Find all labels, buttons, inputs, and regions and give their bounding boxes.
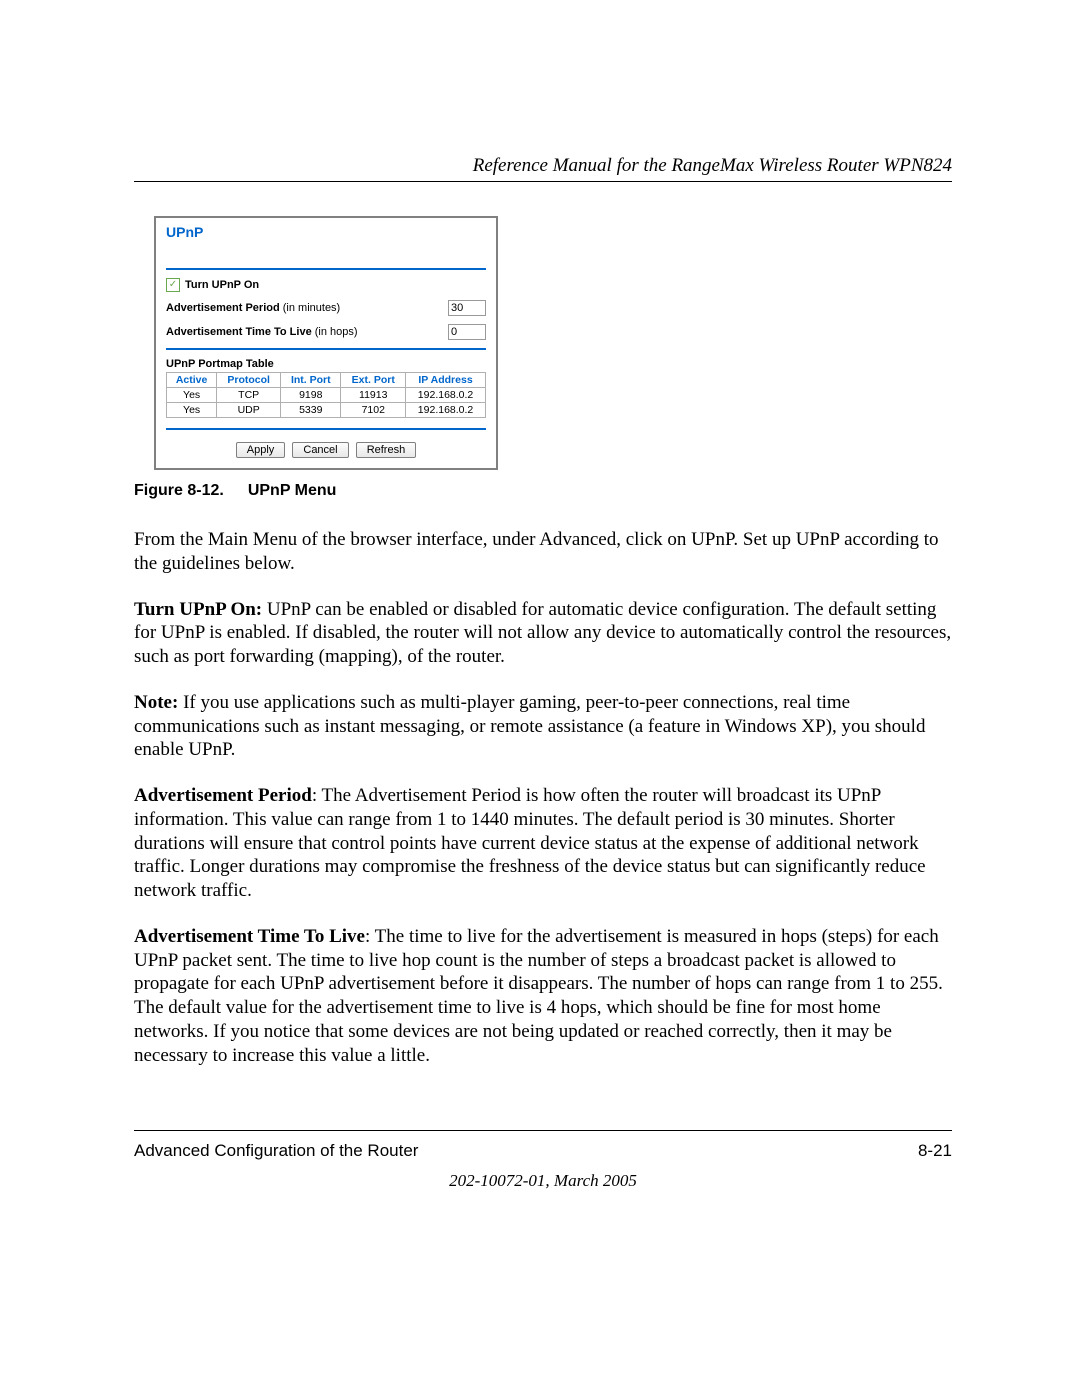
cell-protocol: UDP: [217, 403, 281, 418]
paragraph-note: Note: If you use applications such as mu…: [134, 691, 952, 762]
cell-int-port: 9198: [281, 388, 341, 403]
refresh-button[interactable]: Refresh: [356, 442, 417, 458]
table-row: Yes TCP 9198 11913 192.168.0.2: [167, 388, 486, 403]
adv-period-label-bold: Advertisement Period: [166, 302, 280, 314]
cell-ext-port: 11913: [341, 388, 406, 403]
cell-ip: 192.168.0.2: [406, 388, 486, 403]
cell-protocol: TCP: [217, 388, 281, 403]
adv-ttl-label: Advertisement Time To Live (in hops): [166, 326, 358, 338]
footer-section: Advanced Configuration of the Router: [134, 1141, 418, 1161]
portmap-table: Active Protocol Int. Port Ext. Port IP A…: [166, 372, 486, 418]
cell-active: Yes: [167, 388, 217, 403]
cell-ip: 192.168.0.2: [406, 403, 486, 418]
adv-period-input[interactable]: 30: [448, 300, 486, 316]
turn-upnp-on-checkbox[interactable]: ✓: [166, 278, 180, 292]
portmap-heading: UPnP Portmap Table: [166, 358, 486, 370]
running-header: Reference Manual for the RangeMax Wirele…: [134, 155, 952, 177]
cell-ext-port: 7102: [341, 403, 406, 418]
footer-rule: [134, 1130, 952, 1131]
paragraph-adv-ttl: Advertisement Time To Live: The time to …: [134, 925, 952, 1068]
col-protocol: Protocol: [217, 373, 281, 388]
body-note: If you use applications such as multi-pl…: [134, 692, 925, 761]
figure-title: UPnP Menu: [248, 482, 337, 499]
adv-ttl-label-bold: Advertisement Time To Live: [166, 326, 312, 338]
paragraph-turn-upnp-on: Turn UPnP On: UPnP can be enabled or dis…: [134, 598, 952, 669]
figure-number: Figure 8-12.: [134, 482, 224, 499]
col-ext-port: Ext. Port: [341, 373, 406, 388]
upnp-divider-bottom: [166, 428, 486, 430]
page-footer: Advanced Configuration of the Router 8-2…: [134, 1130, 952, 1191]
button-row: Apply Cancel Refresh: [166, 442, 486, 458]
figure-caption: Figure 8-12. UPnP Menu: [134, 482, 952, 500]
lead-adv-period: Advertisement Period: [134, 785, 312, 806]
lead-turn-upnp-on: Turn UPnP On:: [134, 599, 267, 620]
header-rule: [134, 181, 952, 182]
col-active: Active: [167, 373, 217, 388]
turn-upnp-on-label: Turn UPnP On: [185, 279, 259, 291]
footer-page-number: 8-21: [918, 1141, 952, 1161]
col-int-port: Int. Port: [281, 373, 341, 388]
upnp-title: UPnP: [166, 224, 486, 240]
apply-button[interactable]: Apply: [236, 442, 286, 458]
lead-note: Note:: [134, 692, 183, 713]
table-row: Yes UDP 5339 7102 192.168.0.2: [167, 403, 486, 418]
paragraph-intro: From the Main Menu of the browser interf…: [134, 528, 952, 576]
adv-period-label: Advertisement Period (in minutes): [166, 302, 340, 314]
paragraph-adv-period: Advertisement Period: The Advertisement …: [134, 784, 952, 903]
footer-docid: 202-10072-01, March 2005: [134, 1171, 952, 1191]
upnp-divider-mid: [166, 348, 486, 350]
body-text: From the Main Menu of the browser interf…: [134, 528, 952, 1067]
cell-int-port: 5339: [281, 403, 341, 418]
lead-adv-ttl: Advertisement Time To Live: [134, 926, 365, 947]
cancel-button[interactable]: Cancel: [292, 442, 348, 458]
adv-ttl-input[interactable]: 0: [448, 324, 486, 340]
adv-ttl-unit: (in hops): [312, 326, 358, 338]
cell-active: Yes: [167, 403, 217, 418]
adv-period-unit: (in minutes): [280, 302, 341, 314]
col-ip: IP Address: [406, 373, 486, 388]
portmap-header-row: Active Protocol Int. Port Ext. Port IP A…: [167, 373, 486, 388]
upnp-divider-top: [166, 268, 486, 270]
upnp-menu-screenshot: UPnP ✓ Turn UPnP On Advertisement Period…: [154, 216, 498, 470]
